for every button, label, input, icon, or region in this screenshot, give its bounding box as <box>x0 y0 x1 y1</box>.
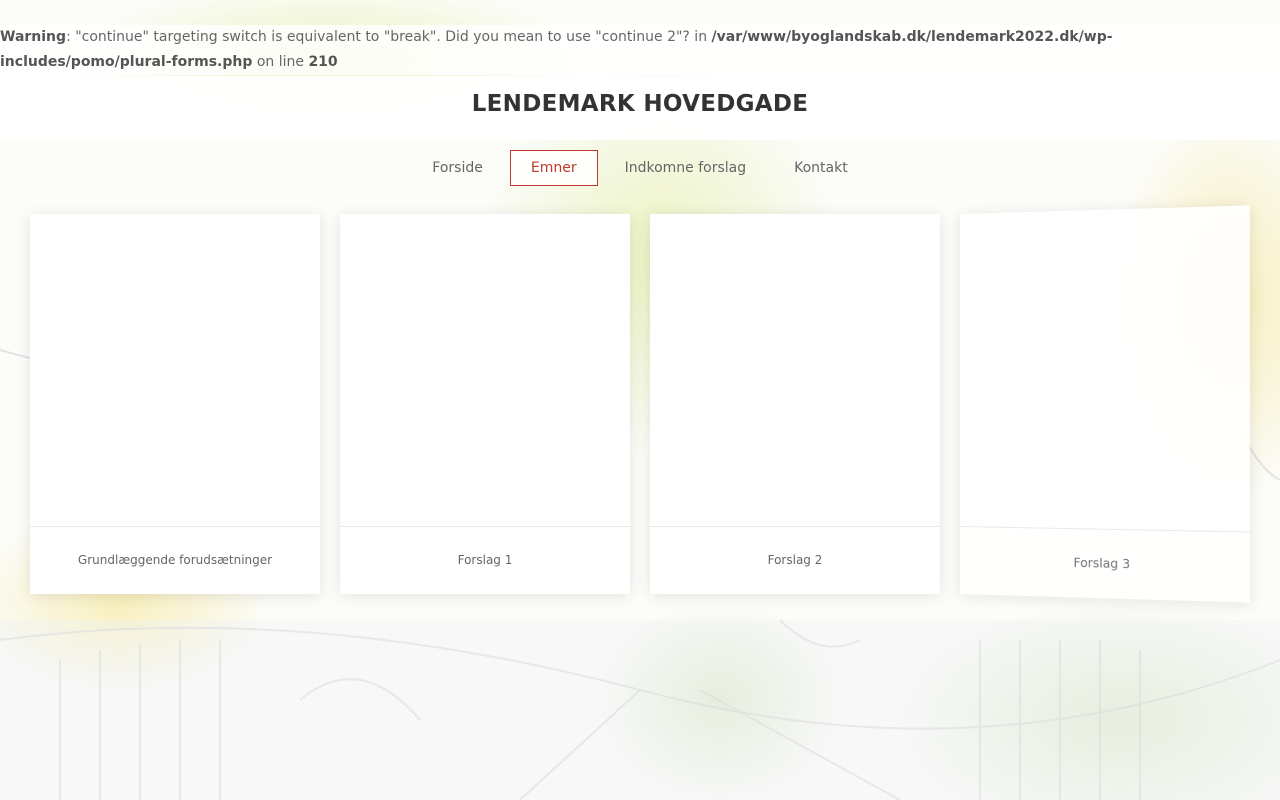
warning-on-line: on line <box>252 54 309 70</box>
card-grundlaeggende-forudsaetninger[interactable]: Grundlæggende forudsætninger <box>30 214 320 594</box>
card-label[interactable]: Grundlæggende forudsætninger <box>30 527 320 594</box>
card-label[interactable]: Forslag 3 <box>960 527 1250 603</box>
card-label[interactable]: Forslag 2 <box>650 527 940 594</box>
card-label[interactable]: Forslag 1 <box>340 527 630 594</box>
card-forslag-2[interactable]: Forslag 2 <box>650 214 940 594</box>
site-title[interactable]: LENDEMARK HOVEDGADE <box>0 91 1280 117</box>
card-image[interactable] <box>650 214 940 527</box>
nav-item-kontakt[interactable]: Kontakt <box>773 150 869 186</box>
nav-item-forside[interactable]: Forside <box>411 150 504 186</box>
card-image[interactable] <box>960 205 1250 533</box>
nav-item-indkomne-forslag[interactable]: Indkomne forslag <box>604 150 768 186</box>
php-warning: Warning: "continue" targeting switch is … <box>0 25 1280 75</box>
warning-label: Warning <box>0 29 67 45</box>
main-nav: Forside Emner Indkomne forslag Kontakt <box>0 150 1280 186</box>
card-forslag-1[interactable]: Forslag 1 <box>340 214 630 594</box>
card-image[interactable] <box>30 214 320 527</box>
warning-line-number: 210 <box>308 54 338 70</box>
card-image[interactable] <box>340 214 630 527</box>
nav-item-emner[interactable]: Emner <box>509 150 598 186</box>
card-forslag-3[interactable]: Forslag 3 <box>960 205 1250 603</box>
warning-message: : "continue" targeting switch is equival… <box>66 29 712 45</box>
